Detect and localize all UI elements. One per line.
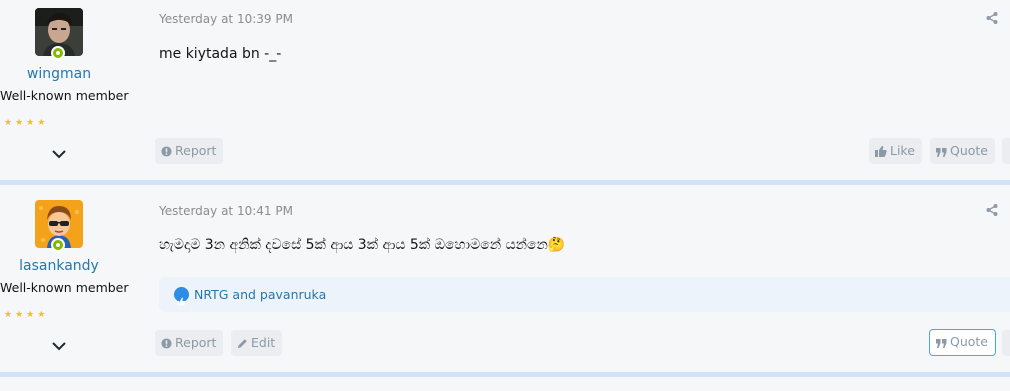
chevron-down-icon[interactable] xyxy=(51,146,67,162)
report-icon xyxy=(161,338,172,349)
share-icon[interactable] xyxy=(985,11,999,25)
post-wingman: wingman Well-known member ★★★★ Yesterday… xyxy=(0,0,1010,180)
user-rating-stars: ★★★★ xyxy=(4,118,49,128)
post-separator xyxy=(0,372,1010,377)
reactions-bar[interactable]: NRTG and pavanruka xyxy=(159,277,1010,312)
quote-button[interactable]: Quote xyxy=(930,138,996,164)
post-message: හැමදාම 3න අනික් දවසේ 5ක් ආය 3ක් ආය 5ක් ඔ… xyxy=(159,237,565,253)
username-link[interactable]: lasankandy xyxy=(0,258,118,274)
user-title: Well-known member xyxy=(0,280,129,295)
online-status-icon xyxy=(51,46,65,60)
report-button[interactable]: Report xyxy=(155,330,224,356)
username-link[interactable]: wingman xyxy=(0,66,118,82)
quote-icon xyxy=(936,339,947,348)
like-button[interactable]: Like xyxy=(869,138,922,164)
quote-button[interactable]: Quote xyxy=(929,329,997,356)
reactions-users-link[interactable]: NRTG and pavanruka xyxy=(194,277,326,312)
user-title: Well-known member xyxy=(0,88,129,103)
post-message-text: හැමදාම 3න අනික් දවසේ 5ක් ආය 3ක් ආය 5ක් ඔ… xyxy=(159,237,548,253)
chevron-down-icon[interactable] xyxy=(51,338,67,354)
like-reaction-icon xyxy=(174,287,189,306)
like-label: Like xyxy=(890,143,915,158)
report-icon xyxy=(161,146,172,157)
report-button[interactable]: Report xyxy=(155,138,224,164)
online-status-icon xyxy=(51,238,65,252)
report-label: Report xyxy=(175,335,217,350)
post-timestamp[interactable]: Yesterday at 10:41 PM xyxy=(159,204,293,218)
like-icon xyxy=(875,146,887,157)
edit-icon xyxy=(237,339,247,349)
reply-button[interactable] xyxy=(1002,138,1010,164)
share-icon[interactable] xyxy=(985,203,999,217)
quote-label: Quote xyxy=(950,143,989,158)
report-label: Report xyxy=(175,143,217,158)
quote-icon xyxy=(936,148,947,157)
user-rating-stars: ★★★★ xyxy=(4,310,49,320)
post-timestamp[interactable]: Yesterday at 10:39 PM xyxy=(159,12,293,26)
edit-label: Edit xyxy=(251,335,276,350)
edit-button[interactable]: Edit xyxy=(231,330,283,356)
quote-label: Quote xyxy=(950,334,989,349)
thinking-face-emoji: 🤔 xyxy=(547,237,566,253)
reply-button[interactable] xyxy=(1002,330,1010,356)
post-message: me kiytada bn -_- xyxy=(159,46,282,62)
